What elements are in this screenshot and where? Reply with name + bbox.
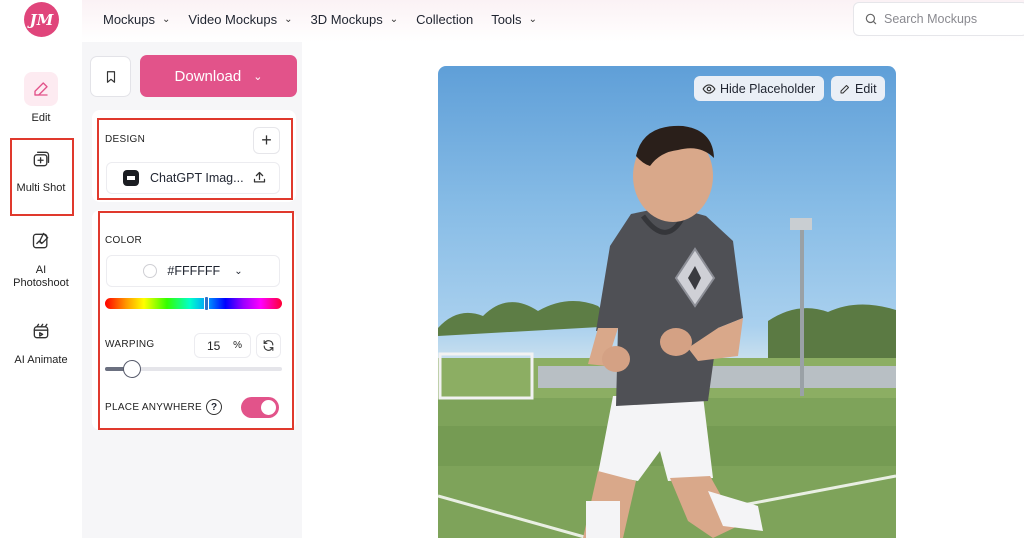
search-icon <box>865 13 877 25</box>
nav-item-tools[interactable]: Tools ⌄ <box>491 12 537 27</box>
download-button[interactable]: Download ⌄ <box>140 55 297 97</box>
top-nav-bar: Mockups ⌄ Video Mockups ⌄ 3D Mockups ⌄ C… <box>82 0 1024 42</box>
rail-item-label: AI Photoshoot <box>13 264 69 289</box>
chevron-down-icon: ⌄ <box>162 14 171 25</box>
app-root: JM Edit Multi Shot AI Photoshoot AI Anim… <box>0 0 1024 538</box>
nav-item-3d-mockups[interactable]: 3D Mockups ⌄ <box>310 12 398 27</box>
hide-placeholder-button[interactable]: Hide Placeholder <box>694 76 824 101</box>
edit-label: Edit <box>855 81 877 96</box>
ai-animate-icon <box>24 314 58 348</box>
pencil-icon <box>840 84 849 93</box>
left-rail: JM Edit Multi Shot AI Photoshoot AI Anim… <box>0 0 82 538</box>
nav-item-label: Mockups <box>103 12 156 27</box>
nav-item-video-mockups[interactable]: Video Mockups ⌄ <box>188 12 292 27</box>
rail-item-label: Edit <box>31 112 51 124</box>
main-nav: Mockups ⌄ Video Mockups ⌄ 3D Mockups ⌄ C… <box>103 12 555 27</box>
eye-icon <box>702 83 716 94</box>
edit-design-button[interactable]: Edit <box>831 76 885 101</box>
nav-item-mockups[interactable]: Mockups ⌄ <box>103 12 170 27</box>
highlight-box-design <box>97 118 293 200</box>
bookmark-button[interactable] <box>90 56 131 97</box>
rail-item-ai-animate[interactable]: AI Animate <box>0 314 82 366</box>
rail-item-label: AI Animate <box>14 354 68 366</box>
search-input[interactable] <box>884 12 1014 26</box>
ai-photoshoot-icon <box>24 224 58 258</box>
nav-item-label: Collection <box>416 12 474 27</box>
chevron-down-icon: ⌄ <box>253 70 263 83</box>
search-box[interactable] <box>853 2 1024 36</box>
mockup-preview-image[interactable] <box>438 66 896 538</box>
rail-item-ai-photoshoot[interactable]: AI Photoshoot <box>0 224 82 290</box>
nav-item-collection[interactable]: Collection <box>416 12 473 27</box>
download-button-label: Download <box>174 67 242 85</box>
chevron-down-icon: ⌄ <box>389 14 399 25</box>
highlight-box-color <box>98 211 294 430</box>
brand-logo[interactable]: JM <box>24 2 59 37</box>
chevron-down-icon: ⌄ <box>284 14 293 25</box>
soccer-player-photo <box>438 125 896 538</box>
highlight-box-multi-shot <box>10 138 74 216</box>
hide-placeholder-label: Hide Placeholder <box>720 81 816 96</box>
pencil-icon <box>24 72 58 106</box>
nav-item-label: 3D Mockups <box>310 12 383 27</box>
bookmark-icon <box>106 70 115 83</box>
chevron-down-icon: ⌄ <box>528 14 537 25</box>
rail-item-edit[interactable]: Edit <box>0 72 82 124</box>
nav-item-label: Tools <box>491 12 522 27</box>
nav-item-label: Video Mockups <box>188 12 278 27</box>
